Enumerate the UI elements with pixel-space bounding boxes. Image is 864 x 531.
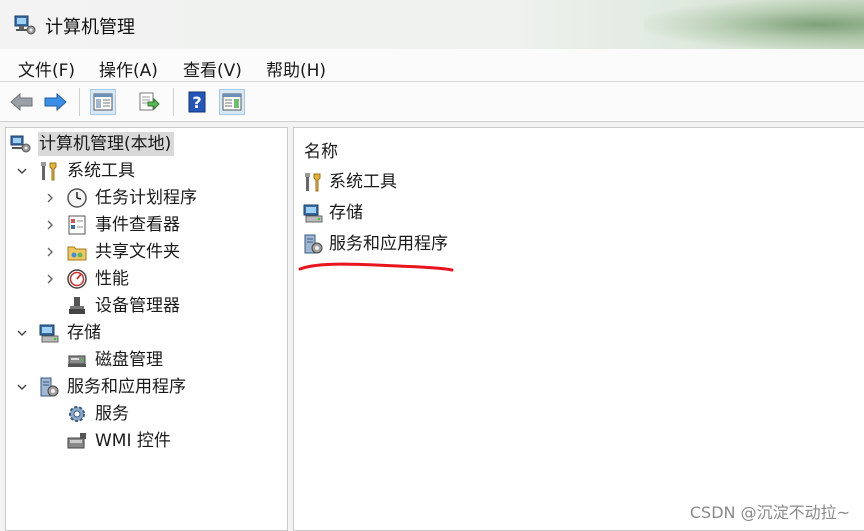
tree-item-storage[interactable]: 存储 (38, 320, 104, 346)
tree-item-shared-folders[interactable]: 共享文件夹 (66, 239, 183, 265)
tree-item-label: 计算机管理(本地) (38, 132, 175, 156)
help-icon: ? (188, 91, 206, 113)
computer-management-icon (10, 133, 32, 155)
services-applications-icon (302, 233, 324, 255)
list-item[interactable]: 系统工具 (302, 169, 400, 195)
expand-chevron-icon[interactable] (44, 192, 56, 204)
clock-icon (66, 187, 88, 209)
menu-bar: 文件(F) 操作(A) 查看(V) 帮助(H) (0, 49, 864, 82)
device-manager-icon (66, 295, 88, 317)
collapse-chevron-icon[interactable] (16, 165, 28, 177)
tree-item-label: 磁盘管理 (95, 350, 163, 370)
tree-item-performance[interactable]: 性能 (66, 266, 132, 292)
title-bar: 计算机管理 (0, 0, 864, 49)
toolbar-separator (79, 88, 80, 116)
toolbar-separator (173, 88, 174, 116)
tree-item-label: 设备管理器 (95, 296, 180, 316)
tree-item-label: 存储 (67, 323, 101, 343)
menu-view[interactable]: 查看(V) (183, 56, 242, 81)
tree-item-task-scheduler[interactable]: 任务计划程序 (66, 185, 200, 211)
tree-item-label: 共享文件夹 (95, 242, 180, 262)
column-header-name[interactable]: 名称 (304, 137, 338, 162)
tree-item-label: 性能 (95, 269, 129, 289)
back-button[interactable] (9, 89, 35, 115)
tree-item-services-apps[interactable]: 服务和应用程序 (38, 374, 189, 400)
tree-item-disk-management[interactable]: 磁盘管理 (66, 347, 166, 373)
tree-item-label: 服务 (95, 404, 129, 424)
tree-item-services[interactable]: 服务 (66, 401, 132, 427)
show-hide-action-pane-icon (222, 93, 242, 111)
tree-item-device-manager[interactable]: 设备管理器 (66, 293, 183, 319)
storage-icon (302, 202, 324, 224)
menu-action[interactable]: 操作(A) (99, 56, 158, 81)
show-hide-tree-icon (93, 93, 113, 111)
tree-item-system-tools[interactable]: 系统工具 (38, 158, 138, 184)
tree-item-label: 事件查看器 (95, 215, 180, 235)
tree-item-root[interactable]: 计算机管理(本地) (10, 131, 175, 157)
disk-management-icon (66, 349, 88, 371)
list-item-label: 存储 (329, 203, 363, 223)
export-list-button[interactable] (136, 89, 162, 115)
list-item-label: 服务和应用程序 (329, 234, 448, 254)
show-hide-tree-button[interactable] (90, 89, 116, 115)
tree-item-label: 系统工具 (67, 161, 135, 181)
export-list-icon (139, 92, 160, 111)
event-viewer-icon (66, 214, 88, 236)
show-hide-action-pane-button[interactable] (219, 89, 245, 115)
forward-button[interactable] (42, 89, 68, 115)
services-applications-icon (38, 376, 60, 398)
red-underline-annotation (298, 262, 454, 272)
watermark: CSDN @沉淀不动拉~ (689, 503, 850, 522)
shared-folder-icon (66, 241, 88, 263)
help-button[interactable]: ? (184, 89, 210, 115)
tree-item-label: WMI 控件 (95, 431, 171, 451)
collapse-chevron-icon[interactable] (16, 381, 28, 393)
menu-file[interactable]: 文件(F) (18, 56, 75, 81)
storage-icon (38, 322, 60, 344)
tree-item-label: 服务和应用程序 (67, 377, 186, 397)
system-tools-icon (302, 171, 324, 193)
toolbar: ? (0, 82, 864, 122)
back-icon (10, 92, 33, 112)
wmi-control-icon (66, 430, 88, 452)
list-item[interactable]: 存储 (302, 200, 366, 226)
forward-icon (44, 92, 67, 112)
svg-text:?: ? (192, 93, 201, 112)
menu-help[interactable]: 帮助(H) (266, 56, 326, 81)
system-tools-icon (38, 160, 60, 182)
tree-item-event-viewer[interactable]: 事件查看器 (66, 212, 183, 238)
expand-chevron-icon[interactable] (44, 246, 56, 258)
window-title: 计算机管理 (45, 17, 135, 38)
list-item[interactable]: 服务和应用程序 (302, 231, 451, 257)
gear-icon (66, 403, 88, 425)
tree-item-label: 任务计划程序 (95, 188, 197, 208)
computer-management-icon (13, 13, 37, 37)
collapse-chevron-icon[interactable] (16, 327, 28, 339)
tree-item-wmi[interactable]: WMI 控件 (66, 428, 174, 454)
list-item-label: 系统工具 (329, 172, 397, 192)
desktop-background (644, 0, 864, 49)
expand-chevron-icon[interactable] (44, 273, 56, 285)
expand-chevron-icon[interactable] (44, 219, 56, 231)
performance-icon (66, 268, 88, 290)
